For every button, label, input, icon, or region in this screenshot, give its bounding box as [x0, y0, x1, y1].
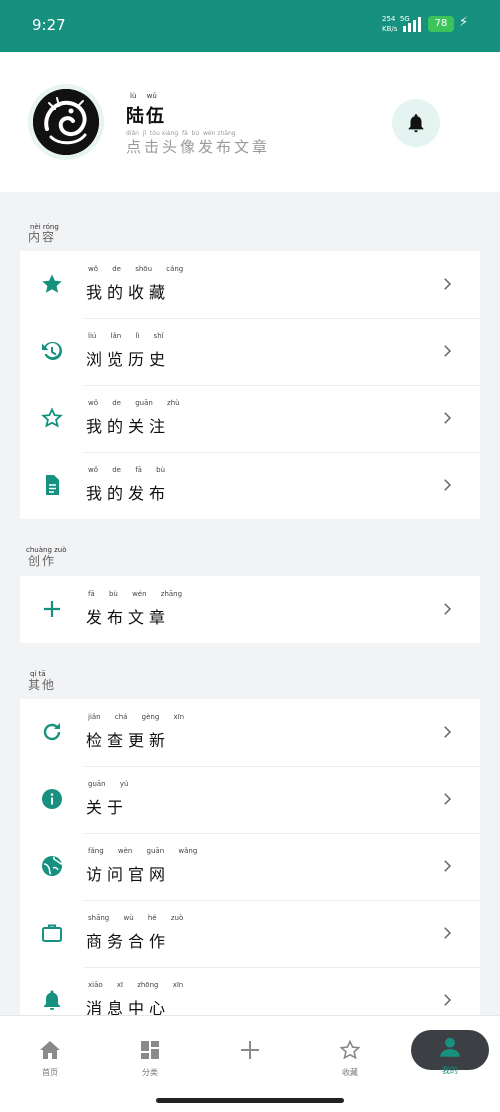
chevron-right-icon: [444, 927, 452, 939]
dashboard-icon: [141, 1041, 159, 1059]
globe-icon: [42, 856, 63, 876]
section-title-content: 内容: [28, 230, 57, 244]
chevron-right-icon: [444, 345, 452, 357]
section-title-create: 创作: [28, 554, 57, 568]
star-outline-icon: [41, 407, 63, 428]
menu-item-following[interactable]: wǒ de guān zhù 我的关注: [20, 385, 480, 452]
menu-item-about[interactable]: guān yú 关于: [20, 766, 480, 833]
status-bar: 9:27 254 5G KB/s 78 ⚡: [0, 0, 500, 52]
plus-icon: [44, 601, 60, 617]
battery-icon: 78: [428, 16, 454, 32]
other-card: jiǎn chá gèng xīn 检查更新 guān yú 关于 fǎng w…: [20, 699, 480, 1034]
menu-item-favorites[interactable]: wǒ de shōu cáng 我的收藏: [20, 251, 480, 318]
bell-icon: [44, 990, 60, 1010]
menu-item-website[interactable]: fǎng wèn guān wǎng 访问官网: [20, 833, 480, 900]
menu-item-check-update[interactable]: jiǎn chá gèng xīn 检查更新: [20, 699, 480, 766]
dragon-logo-icon: [33, 89, 99, 155]
refresh-icon: [43, 723, 61, 741]
home-icon: [40, 1041, 60, 1059]
menu-item-publish-article[interactable]: fā bù wén zhāng 发布文章: [20, 576, 480, 643]
chevron-right-icon: [444, 412, 452, 424]
content-card: wǒ de shōu cáng 我的收藏 liú lǎn lì shǐ 浏览历史…: [20, 251, 480, 519]
notification-button[interactable]: [392, 99, 440, 147]
home-indicator: [156, 1098, 344, 1103]
briefcase-icon: [42, 924, 62, 942]
history-icon: [42, 341, 62, 360]
chevron-right-icon: [444, 860, 452, 872]
tab-publish[interactable]: [220, 1038, 280, 1066]
create-card: fā bù wén zhāng 发布文章: [20, 576, 480, 643]
star-outline-icon: [339, 1039, 361, 1060]
plus-icon: [241, 1041, 259, 1059]
chevron-right-icon: [444, 793, 452, 805]
username-pinyin: lù wǔ: [130, 92, 157, 100]
chevron-right-icon: [444, 479, 452, 491]
username: 陆伍: [126, 106, 166, 127]
tab-favorites[interactable]: 收藏: [320, 1038, 380, 1078]
person-icon: [440, 1037, 460, 1057]
avatar[interactable]: [28, 84, 104, 160]
tab-mine[interactable]: 我的: [411, 1030, 489, 1075]
charging-icon: ⚡: [459, 15, 469, 30]
profile-header: lù wǔ 陆伍 diǎn jī tóu xiàng fā bù wén zhā…: [0, 52, 500, 192]
bell-icon: [408, 114, 424, 133]
menu-item-history[interactable]: liú lǎn lì shǐ 浏览历史: [20, 318, 480, 385]
star-filled-icon: [42, 274, 62, 293]
chevron-right-icon: [444, 994, 452, 1006]
status-time: 9:27: [32, 16, 66, 34]
menu-item-business[interactable]: shāng wù hé zuò 商务合作: [20, 900, 480, 967]
signal-icon: [403, 16, 421, 32]
chevron-right-icon: [444, 726, 452, 738]
document-icon: [46, 475, 59, 495]
tab-home[interactable]: 首页: [20, 1038, 80, 1078]
chevron-right-icon: [444, 278, 452, 290]
tab-category[interactable]: 分类: [120, 1038, 180, 1078]
publish-hint[interactable]: 点击头像发布文章: [126, 136, 270, 157]
info-icon: [42, 789, 62, 809]
section-title-other: 其他: [28, 678, 57, 692]
menu-item-my-posts[interactable]: wǒ de fā bù 我的发布: [20, 452, 480, 519]
chevron-right-icon: [444, 603, 452, 615]
